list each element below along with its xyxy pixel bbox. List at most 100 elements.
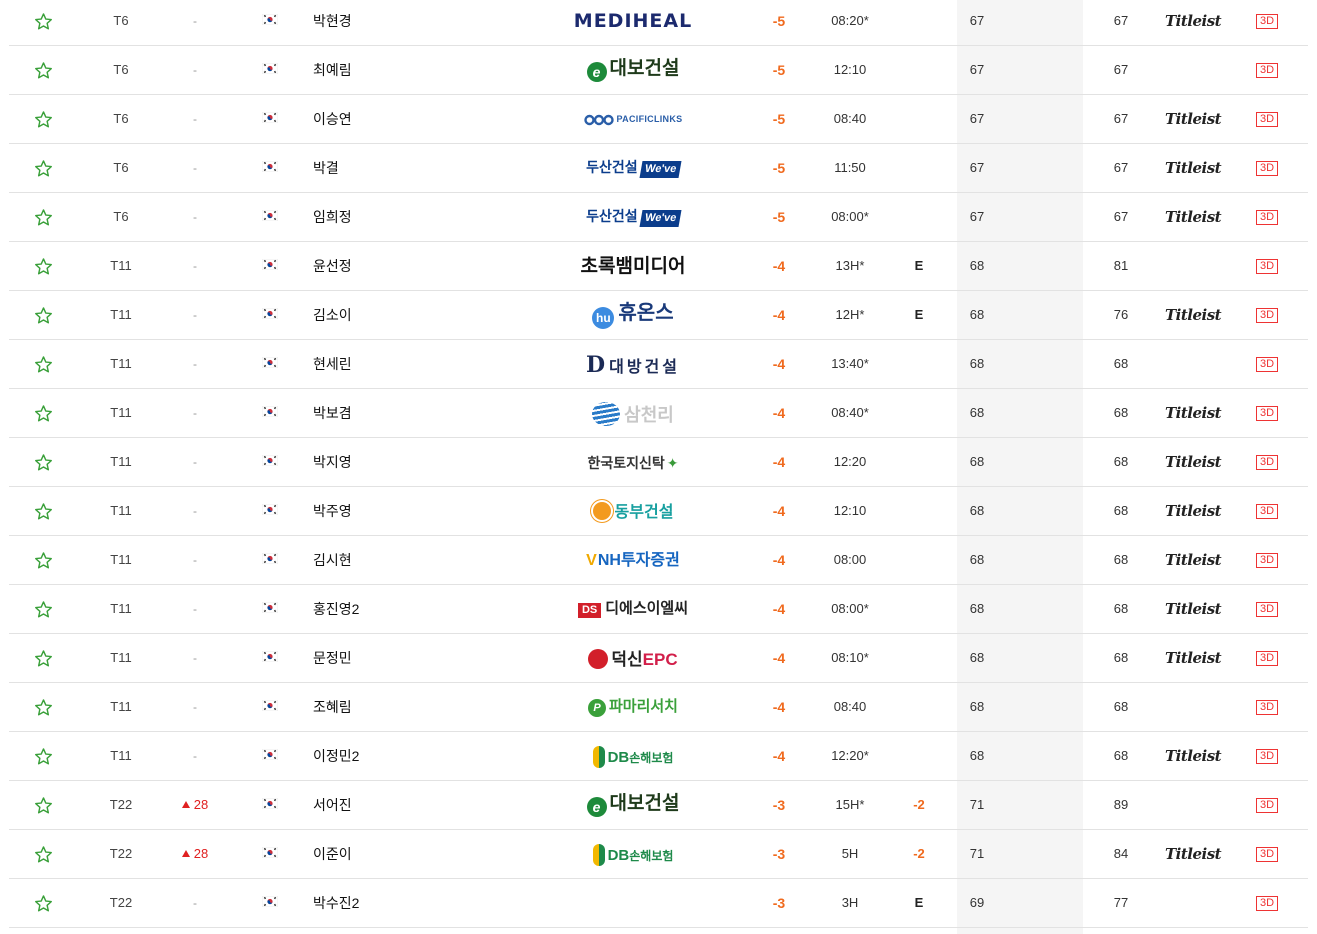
rank-change: - xyxy=(169,879,221,927)
favorite-star-icon[interactable] xyxy=(34,732,54,780)
favorite-star-icon[interactable] xyxy=(34,242,54,290)
view-3d-button[interactable]: 3D xyxy=(1256,732,1282,780)
player-name-link[interactable]: 박지영 xyxy=(313,438,352,486)
player-name-link[interactable]: 박현경 xyxy=(313,0,352,45)
round1-score: 67 xyxy=(969,111,985,126)
player-name-link[interactable]: 박결 xyxy=(313,144,339,192)
leaderboard-table: T6 - 박현경 MEDIHEAL -5 08:20* 67 67 Titlei… xyxy=(9,0,1308,928)
korea-flag-icon xyxy=(262,95,278,143)
table-row: T11 - 김소이 hu 휴온스 -4 12H* E 68 76 Titleist… xyxy=(9,291,1308,340)
sponsor-logo: 삼천리 xyxy=(565,389,701,437)
favorite-star-icon[interactable] xyxy=(34,781,54,829)
view-3d-button[interactable]: 3D xyxy=(1256,536,1282,584)
round1-score: 67 xyxy=(969,62,985,77)
rank-change-value: - xyxy=(193,896,197,910)
player-name-link[interactable]: 박주영 xyxy=(313,487,352,535)
rank-change: - xyxy=(169,46,221,94)
ball-brand-logo xyxy=(1165,46,1225,94)
today-score xyxy=(899,585,939,633)
rank-change: - xyxy=(169,438,221,486)
ball-brand-logo: Titleist xyxy=(1165,551,1222,569)
round1-score: 68 xyxy=(969,258,985,273)
to-par-score: -5 xyxy=(772,209,786,225)
view-3d-button[interactable]: 3D xyxy=(1256,879,1282,927)
player-name-link[interactable]: 임희정 xyxy=(313,193,352,241)
view-3d-button[interactable]: 3D xyxy=(1256,340,1282,388)
table-row: T6 - 최예림 e 대보건설 -5 12:10 67 67 3D xyxy=(9,46,1308,95)
favorite-star-icon[interactable] xyxy=(34,830,54,878)
total-strokes: 68 xyxy=(1113,748,1129,763)
thru-tee-time: 13:40* xyxy=(831,356,869,371)
table-row: T6 - 임희정 두산건설 We've -5 08:00* 67 67 Title… xyxy=(9,193,1308,242)
rank-change-value: - xyxy=(193,504,197,518)
view-3d-button[interactable]: 3D xyxy=(1256,0,1282,45)
view-3d-button[interactable]: 3D xyxy=(1256,291,1282,339)
rank: T6 xyxy=(113,160,129,175)
ball-brand-logo xyxy=(1165,683,1225,731)
player-name-link[interactable]: 이정민2 xyxy=(313,732,359,780)
player-name-link[interactable]: 현세린 xyxy=(313,340,352,388)
favorite-star-icon[interactable] xyxy=(34,193,54,241)
view-3d-button[interactable]: 3D xyxy=(1256,193,1282,241)
view-3d-button[interactable]: 3D xyxy=(1256,830,1282,878)
player-name-link[interactable]: 이승연 xyxy=(313,95,352,143)
view-3d-button[interactable]: 3D xyxy=(1256,144,1282,192)
rank-change-value: - xyxy=(193,651,197,665)
total-strokes: 81 xyxy=(1113,258,1129,273)
korea-flag-icon xyxy=(262,781,278,829)
favorite-star-icon[interactable] xyxy=(34,144,54,192)
favorite-star-icon[interactable] xyxy=(34,879,54,927)
player-name-link[interactable]: 문정민 xyxy=(313,634,352,682)
total-strokes: 67 xyxy=(1113,111,1129,126)
korea-flag-icon xyxy=(262,389,278,437)
table-row: T11 - 김시현 VNH투자증권 -4 08:00 68 68 Titleis… xyxy=(9,536,1308,585)
player-name-link[interactable]: 최예림 xyxy=(313,46,352,94)
view-3d-button[interactable]: 3D xyxy=(1256,46,1282,94)
player-name-link[interactable]: 서어진 xyxy=(313,781,352,829)
player-name-link[interactable]: 박수진2 xyxy=(313,879,359,927)
sponsor-logo xyxy=(565,879,701,927)
to-par-score: -4 xyxy=(772,454,786,470)
sponsor-logo: 초록뱀미디어 xyxy=(580,256,686,278)
korea-flag-icon xyxy=(262,46,278,94)
total-strokes: 68 xyxy=(1113,601,1129,616)
favorite-star-icon[interactable] xyxy=(34,487,54,535)
favorite-star-icon[interactable] xyxy=(34,95,54,143)
player-name-link[interactable]: 박보겸 xyxy=(313,389,352,437)
favorite-star-icon[interactable] xyxy=(34,585,54,633)
view-3d-button[interactable]: 3D xyxy=(1256,438,1282,486)
rank-change: - xyxy=(169,95,221,143)
view-3d-button[interactable]: 3D xyxy=(1256,487,1282,535)
view-3d-button[interactable]: 3D xyxy=(1256,683,1282,731)
round1-score: 67 xyxy=(969,160,985,175)
rank: T6 xyxy=(113,209,129,224)
favorite-star-icon[interactable] xyxy=(34,438,54,486)
player-name-link[interactable]: 윤선정 xyxy=(313,242,352,290)
ball-brand-logo: Titleist xyxy=(1165,747,1222,765)
player-name-link[interactable]: 홍진영2 xyxy=(313,585,359,633)
player-name-link[interactable]: 김소이 xyxy=(313,291,352,339)
player-name-link[interactable]: 이준이 xyxy=(313,830,352,878)
view-3d-button[interactable]: 3D xyxy=(1256,781,1282,829)
favorite-star-icon[interactable] xyxy=(34,340,54,388)
view-3d-button[interactable]: 3D xyxy=(1256,634,1282,682)
sponsor-logo: P 파마리서치 xyxy=(565,683,701,731)
thru-tee-time: 08:10* xyxy=(831,650,869,665)
rank-change-value: - xyxy=(193,210,197,224)
view-3d-button[interactable]: 3D xyxy=(1256,585,1282,633)
total-strokes: 68 xyxy=(1113,699,1129,714)
player-name-link[interactable]: 조혜림 xyxy=(313,683,352,731)
view-3d-button[interactable]: 3D xyxy=(1256,242,1282,290)
favorite-star-icon[interactable] xyxy=(34,683,54,731)
favorite-star-icon[interactable] xyxy=(34,634,54,682)
favorite-star-icon[interactable] xyxy=(34,0,54,45)
view-3d-button[interactable]: 3D xyxy=(1256,95,1282,143)
favorite-star-icon[interactable] xyxy=(34,46,54,94)
favorite-star-icon[interactable] xyxy=(34,536,54,584)
rank: T22 xyxy=(109,846,133,861)
view-3d-button[interactable]: 3D xyxy=(1256,389,1282,437)
favorite-star-icon[interactable] xyxy=(34,291,54,339)
player-name-link[interactable]: 김시현 xyxy=(313,536,352,584)
favorite-star-icon[interactable] xyxy=(34,389,54,437)
sponsor-logo: 한국토지신탁 ✦ xyxy=(587,454,679,471)
